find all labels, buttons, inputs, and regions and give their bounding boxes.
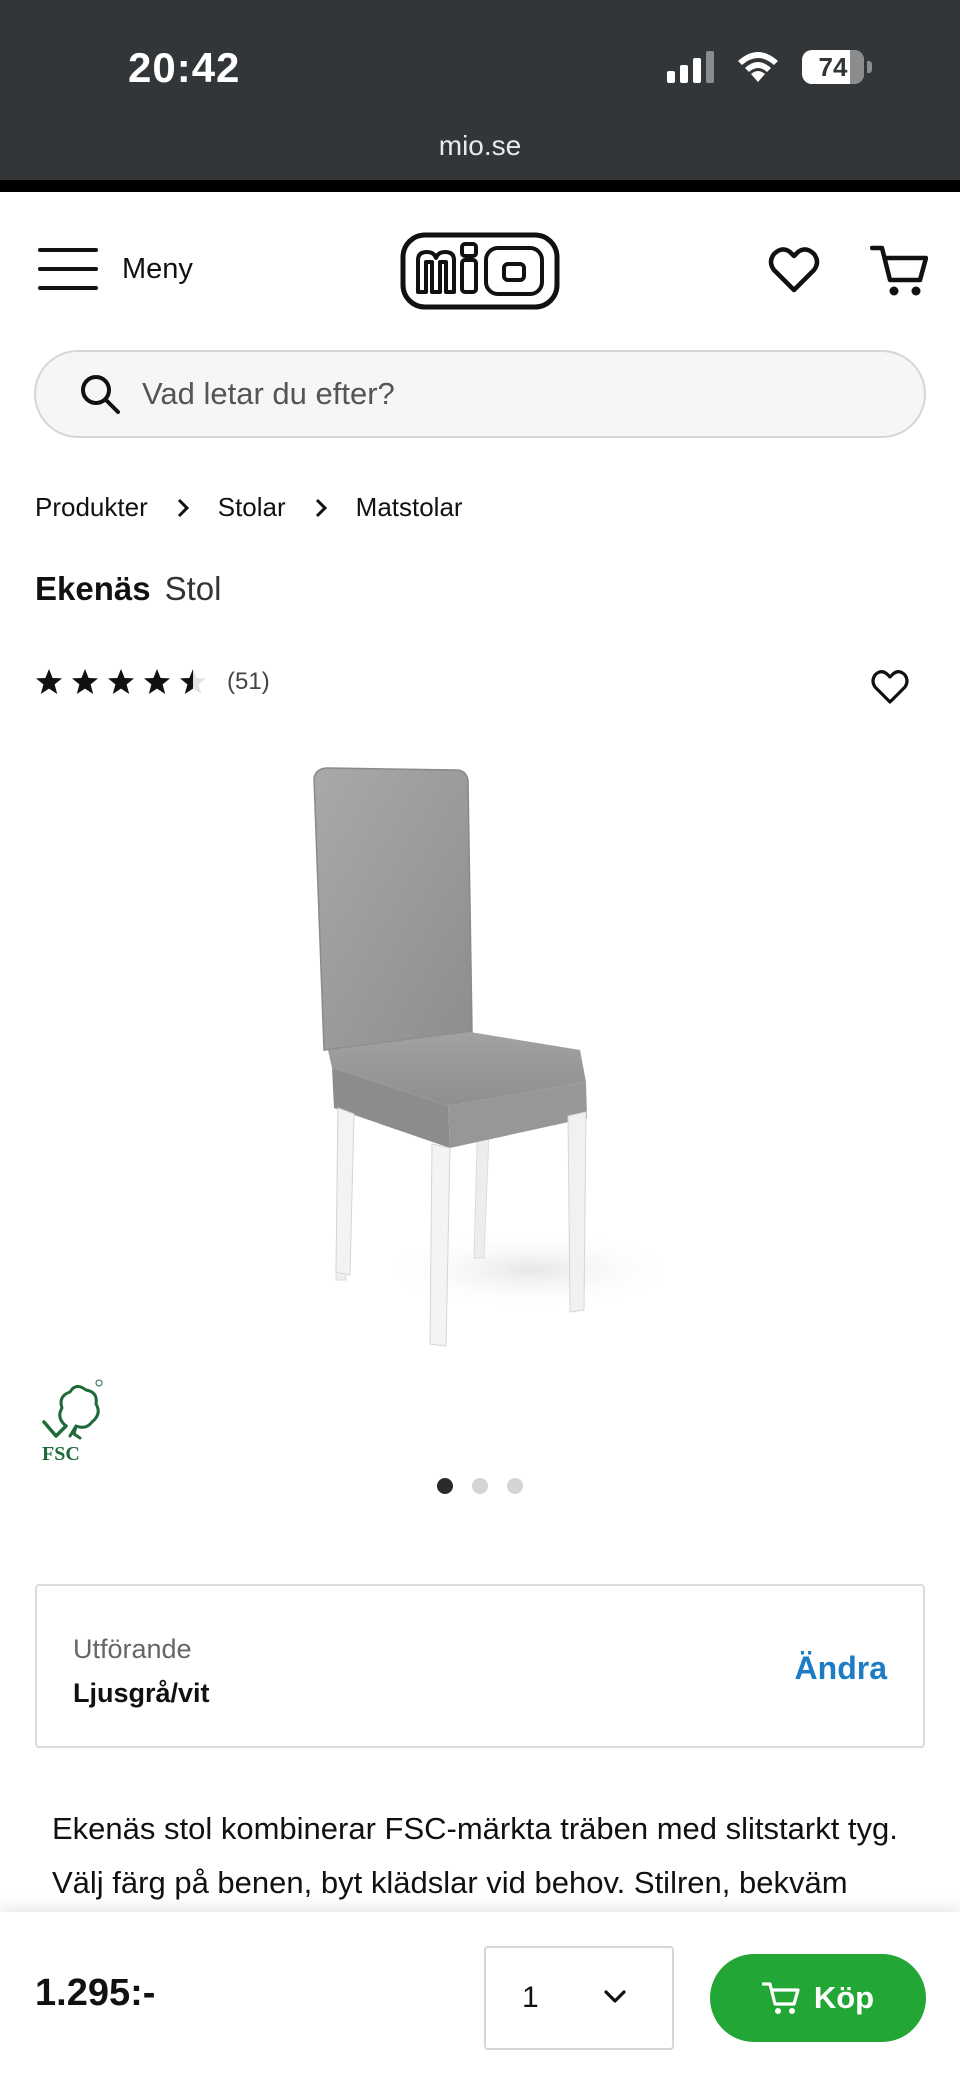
chevron-down-icon: [604, 1990, 626, 2003]
menu-label: Meny: [122, 252, 193, 285]
chrome-divider: [0, 180, 960, 192]
breadcrumb-matstolar[interactable]: Matstolar: [356, 492, 463, 523]
mio-logo[interactable]: [400, 232, 560, 310]
add-to-wishlist-heart-icon[interactable]: [870, 668, 910, 706]
description-line: Välj färg på benen, byt klädslar vid beh…: [52, 1865, 848, 1900]
rating-star-icon: [72, 669, 98, 694]
description-line: Ekenäs stol kombinerar FSC-märkta träben…: [52, 1811, 898, 1846]
fsc-logo-text: FSC: [42, 1443, 80, 1464]
status-time: 20:42: [128, 44, 241, 91]
status-icons: 74: [667, 50, 872, 84]
search-icon: [81, 375, 120, 414]
product-rating[interactable]: (51): [35, 668, 270, 696]
product-type: Stol: [164, 570, 222, 607]
rating-star-icon: [36, 669, 62, 694]
quantity-select[interactable]: 1: [484, 1946, 674, 2050]
carousel-dot[interactable]: [472, 1478, 488, 1494]
product-brand: Ekenäs: [35, 570, 151, 607]
rating-star-icon: [108, 669, 134, 694]
battery-icon: 74: [802, 50, 864, 84]
search-input[interactable]: [142, 376, 862, 412]
review-count: (51): [227, 668, 270, 695]
variant-label: Utförande: [73, 1634, 192, 1664]
rating-star-icon: [180, 669, 206, 694]
chevron-right-icon: [177, 498, 189, 517]
carousel-dot[interactable]: [437, 1478, 453, 1494]
product-image-chair[interactable]: [280, 750, 680, 1350]
variant-value: Ljusgrå/vit: [73, 1678, 210, 1708]
browser-chrome: 20:42 74 mio.se: [0, 0, 960, 180]
menu-button[interactable]: Meny: [38, 248, 193, 290]
product-price: 1.295:-: [35, 1972, 156, 2014]
battery-level: 74: [818, 51, 848, 82]
rating-star-icon: [144, 669, 170, 694]
cart-icon: [761, 1982, 800, 2014]
product-description: Ekenäs stol kombinerar FSC-märkta träben…: [52, 1802, 932, 1910]
chevron-right-icon: [315, 498, 327, 517]
wishlist-heart-icon[interactable]: [766, 242, 822, 298]
fsc-logo: FSC: [42, 1379, 103, 1464]
rating-stars: [35, 668, 207, 696]
cellular-signal-icon: [667, 51, 714, 83]
image-carousel-dots: [0, 1478, 960, 1494]
buy-button-label: Köp: [813, 1980, 875, 2015]
change-variant-link[interactable]: Ändra: [795, 1650, 887, 1687]
search-bar[interactable]: [34, 350, 926, 438]
carousel-dot[interactable]: [507, 1478, 523, 1494]
wifi-icon: [738, 52, 778, 82]
breadcrumb-produkter[interactable]: Produkter: [35, 492, 148, 523]
breadcrumb-stolar[interactable]: Stolar: [218, 492, 286, 523]
sticky-buy-bar: 1.295:- 1 Köp: [0, 1912, 960, 2086]
quantity-value: 1: [522, 1981, 539, 2014]
variant-selector[interactable]: Utförande Ljusgrå/vit Ändra: [35, 1584, 925, 1748]
product-title: Ekenäs Stol: [35, 570, 221, 608]
breadcrumb: Produkter Stolar Matstolar: [35, 492, 463, 523]
site-header: Meny: [0, 192, 960, 352]
buy-button[interactable]: Köp: [710, 1954, 926, 2042]
address-bar-url[interactable]: mio.se: [0, 130, 960, 162]
cart-icon[interactable]: [870, 242, 928, 298]
hamburger-icon: [38, 248, 98, 290]
